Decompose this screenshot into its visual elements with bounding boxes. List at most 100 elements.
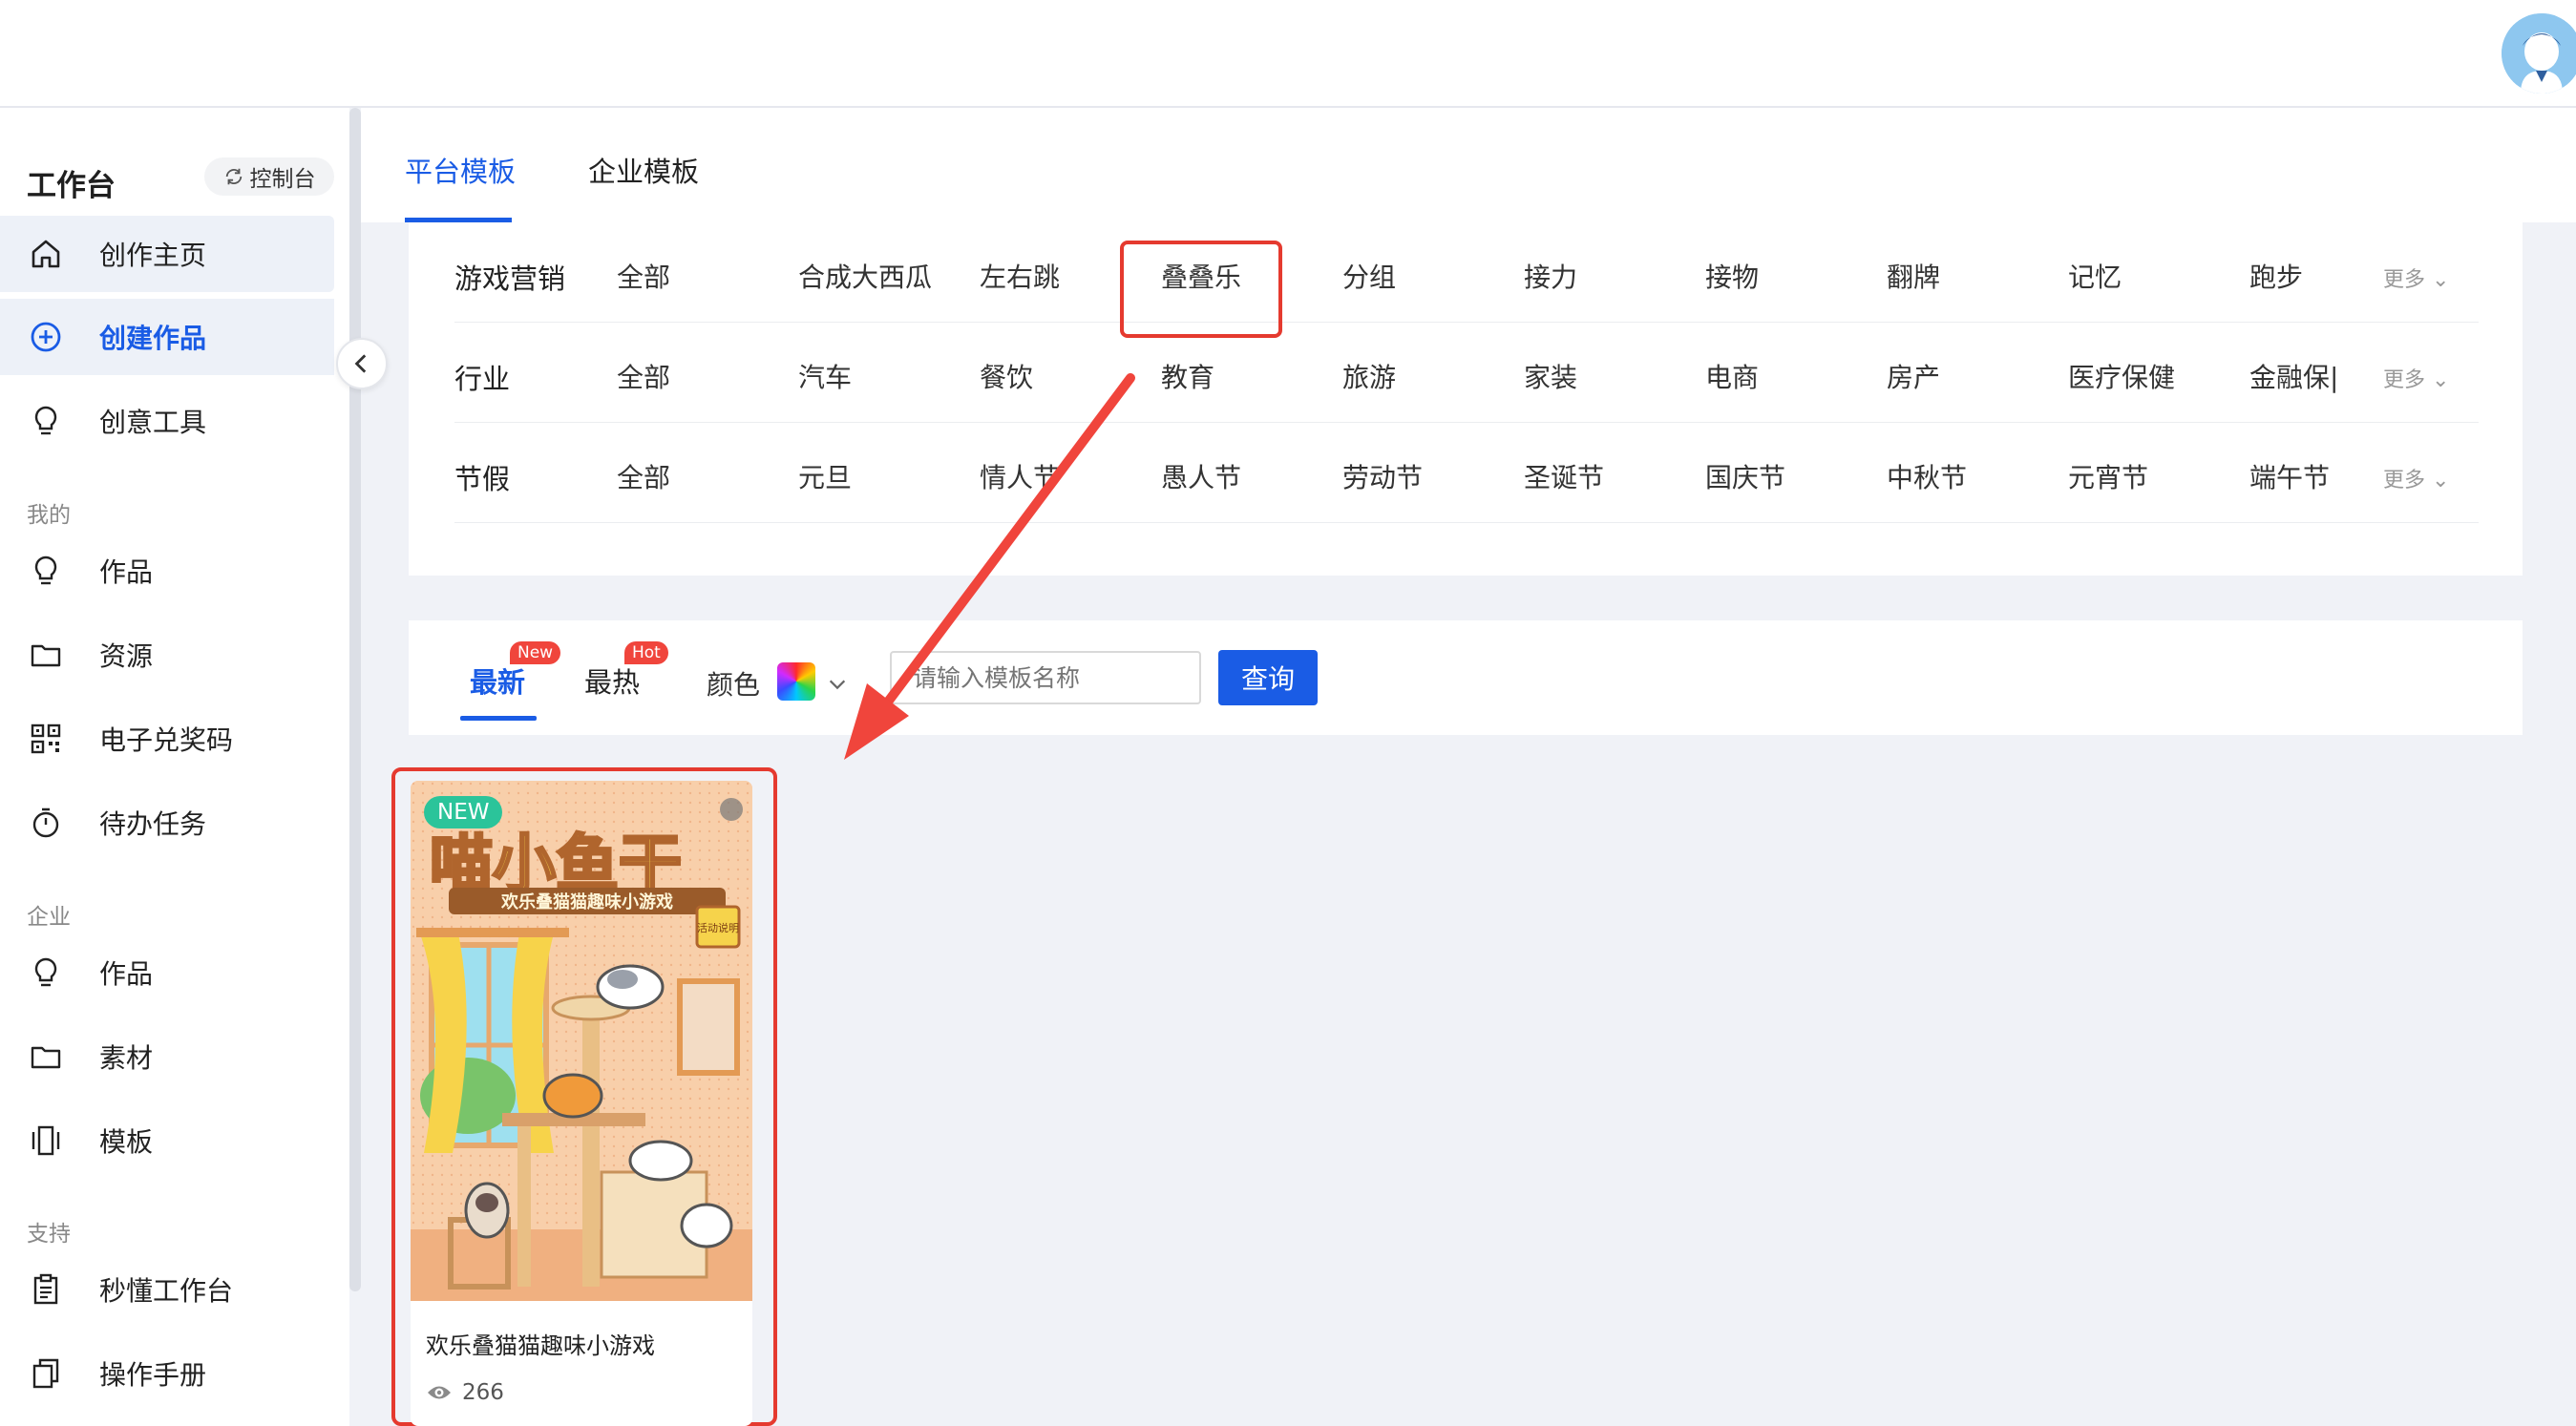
template-name-search-input[interactable] <box>890 651 1201 704</box>
console-button[interactable]: 控制台 <box>204 157 334 196</box>
user-avatar[interactable] <box>2502 13 2576 94</box>
timer-icon <box>27 804 65 842</box>
annotation-highlight-filter <box>1120 241 1282 338</box>
template-thumbnail[interactable]: 喵小鱼干 欢乐叠猫猫趣味小游戏 活动说明 NEW <box>411 781 752 1301</box>
chevron-down-icon[interactable] <box>827 674 848 695</box>
more-label: 更多 <box>2383 268 2426 292</box>
filter-option[interactable]: 情人节 <box>980 457 1060 495</box>
sidebar-item-creative-tools[interactable]: 创意工具 <box>0 383 334 459</box>
sort-search-bar: 最新 New 最热 Hot 颜色 查询 <box>409 620 2523 735</box>
filter-option[interactable]: 餐饮 <box>980 357 1033 395</box>
thumbnail-subtitle: 欢乐叠猫猫趣味小游戏 <box>500 891 673 912</box>
filter-option[interactable]: 端午节 <box>2249 457 2330 495</box>
sidebar-item-redeem-code[interactable]: 电子兑奖码 <box>0 701 334 777</box>
sidebar-item-label: 素材 <box>99 1042 154 1074</box>
query-button[interactable]: 查询 <box>1218 650 1318 705</box>
filter-option[interactable]: 国庆节 <box>1705 457 1785 495</box>
sort-hottest-tab[interactable]: 最热 <box>584 661 640 701</box>
workspace-title: 工作台 <box>27 169 116 203</box>
color-filter-label: 颜色 <box>707 669 761 701</box>
sidebar-scrollbar[interactable] <box>349 108 361 1291</box>
sidebar-item-materials[interactable]: 素材 <box>0 1018 334 1095</box>
tab-enterprise-templates[interactable]: 企业模板 <box>588 150 699 190</box>
sidebar-item-label: 作品 <box>99 556 154 588</box>
plus-circle-icon <box>27 318 65 356</box>
more-dropdown[interactable]: 更多 ⌄ <box>2383 363 2449 393</box>
lightbulb-icon <box>27 402 65 440</box>
filter-option[interactable]: 跑步 <box>2249 257 2303 295</box>
sidebar-item-label: 创建作品 <box>99 323 207 354</box>
sidebar-item-create[interactable]: 创建作品 <box>0 299 334 375</box>
more-label: 更多 <box>2383 368 2426 392</box>
section-support: 支持 <box>27 1222 71 1247</box>
section-enterprise: 企业 <box>27 905 71 930</box>
filter-option[interactable]: 全部 <box>617 357 670 395</box>
filter-option[interactable]: 劳动节 <box>1342 457 1423 495</box>
filter-option[interactable]: 教育 <box>1161 357 1214 395</box>
refresh-icon <box>225 168 242 185</box>
filter-row-industry: 行业 全部 汽车 餐饮 教育 旅游 家装 电商 房产 医疗保健 金融保| 更多 … <box>454 323 2479 423</box>
hot-badge: Hot <box>624 641 668 664</box>
more-dropdown[interactable]: 更多 ⌄ <box>2383 262 2449 293</box>
copy-icon <box>27 1354 65 1393</box>
filter-option[interactable]: 左右跳 <box>980 257 1060 295</box>
card-view-count: 266 <box>426 1380 504 1405</box>
filter-row-label: 行业 <box>454 363 511 395</box>
filter-option[interactable]: 分组 <box>1342 257 1396 295</box>
filter-option[interactable]: 圣诞节 <box>1524 457 1604 495</box>
filter-option[interactable]: 中秋节 <box>1887 457 1967 495</box>
filter-option[interactable]: 合成大西瓜 <box>798 257 932 295</box>
filter-option[interactable]: 元宵节 <box>2068 457 2148 495</box>
sidebar-item-resources[interactable]: 资源 <box>0 617 334 693</box>
filter-option[interactable]: 元旦 <box>798 457 852 495</box>
sidebar-item-quick-guide[interactable]: 秒懂工作台 <box>0 1251 334 1328</box>
sidebar-item-templates[interactable]: 模板 <box>0 1102 334 1179</box>
home-icon <box>27 235 65 273</box>
sidebar: 工作台 控制台 创作主页 创建作品 创意工具 我的 作品 资源 电子兑奖码 待办… <box>0 108 349 1426</box>
avatar-icon <box>2502 13 2576 94</box>
sidebar-item-home[interactable]: 创作主页 <box>0 216 334 292</box>
filter-option[interactable]: 电商 <box>1705 357 1759 395</box>
filter-option[interactable]: 家装 <box>1524 357 1577 395</box>
filter-option[interactable]: 接物 <box>1705 257 1759 295</box>
filter-row-holidays: 节假 全部 元旦 情人节 愚人节 劳动节 圣诞节 国庆节 中秋节 元宵节 端午节… <box>454 423 2479 523</box>
filter-panel: 游戏营销 全部 合成大西瓜 左右跳 叠叠乐 分组 接力 接物 翻牌 记忆 跑步 … <box>409 222 2523 576</box>
sidebar-item-my-works[interactable]: 作品 <box>0 533 334 609</box>
filter-option[interactable]: 旅游 <box>1342 357 1396 395</box>
top-header <box>0 0 2576 108</box>
filter-option[interactable]: 翻牌 <box>1887 257 1940 295</box>
more-label: 更多 <box>2383 469 2426 493</box>
filter-row-label: 游戏营销 <box>454 262 566 295</box>
sidebar-item-manual[interactable]: 操作手册 <box>0 1335 334 1412</box>
sidebar-item-enterprise-works[interactable]: 作品 <box>0 934 334 1011</box>
filter-row-label: 节假 <box>454 463 511 495</box>
more-dropdown[interactable]: 更多 ⌄ <box>2383 463 2449 493</box>
filter-option[interactable]: 房产 <box>1887 357 1940 395</box>
filter-option[interactable]: 全部 <box>617 457 670 495</box>
tab-platform-templates[interactable]: 平台模板 <box>405 150 516 190</box>
template-icon <box>27 1122 65 1160</box>
filter-option[interactable]: 全部 <box>617 257 670 295</box>
lightbulb-icon <box>27 954 65 992</box>
card-title[interactable]: 欢乐叠猫猫趣味小游戏 <box>426 1327 655 1360</box>
sort-active-indicator <box>460 716 537 721</box>
template-card[interactable]: 喵小鱼干 欢乐叠猫猫趣味小游戏 活动说明 NEW 欢乐叠猫猫趣味小游戏 266 <box>411 781 752 1426</box>
filter-option[interactable]: 医疗保健 <box>2068 357 2175 395</box>
section-mine: 我的 <box>27 503 71 528</box>
filter-row-game-marketing: 游戏营销 全部 合成大西瓜 左右跳 叠叠乐 分组 接力 接物 翻牌 记忆 跑步 … <box>454 222 2479 323</box>
filter-option[interactable]: 记忆 <box>2068 257 2122 295</box>
filter-option[interactable]: 汽车 <box>798 357 852 395</box>
sidebar-item-label: 操作手册 <box>99 1359 207 1391</box>
sort-latest-tab[interactable]: 最新 <box>470 661 525 701</box>
sidebar-item-label: 创作主页 <box>99 240 207 271</box>
sidebar-item-label: 待办任务 <box>99 808 207 840</box>
collapse-sidebar-button[interactable] <box>336 338 388 389</box>
color-picker-swatch[interactable] <box>777 662 815 701</box>
sidebar-item-todo[interactable]: 待办任务 <box>0 785 334 861</box>
filter-option[interactable]: 接力 <box>1524 257 1577 295</box>
template-tabs-bar: 平台模板 企业模板 <box>361 108 2576 222</box>
lightbulb-icon <box>27 552 65 590</box>
filter-option[interactable]: 愚人节 <box>1161 457 1241 495</box>
filter-option[interactable]: 金融保| <box>2249 357 2345 395</box>
qrcode-icon <box>27 720 65 758</box>
